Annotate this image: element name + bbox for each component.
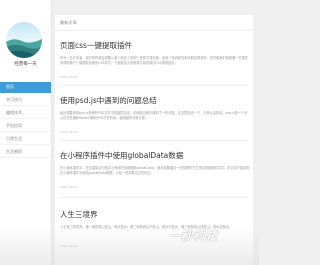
nav-item-daily-life[interactable]: 日常生活 xyxy=(0,134,51,145)
post-title[interactable]: 页面css一键提取插件 xyxy=(60,40,250,51)
nav-item-study-tips[interactable]: 学习技巧 xyxy=(0,95,51,106)
sidebar-nav: 首页 学习技巧 编程技术 手机应用 日常生活 生活感悟 xyxy=(0,82,51,160)
site-title[interactable]: 经营每一天 xyxy=(0,61,51,67)
post-excerpt: 最近需要用到psd.js来解析PSD文件中的图层信息，在使用过程中遇到了一些问题… xyxy=(60,111,248,120)
watermark-fade xyxy=(0,225,259,265)
nav-item-life-insights[interactable]: 生活感悟 xyxy=(0,147,51,158)
post-divider xyxy=(60,140,248,141)
post-date: 2022-08-23 xyxy=(60,75,78,79)
section-heading: 最新文章 xyxy=(55,15,253,31)
brand-watermark: 一秒科技 xyxy=(168,229,219,243)
post-item: 页面css一键提取插件 作为一名开发者，我们有时候会需要从某个网页上复制一些样式… xyxy=(60,40,250,79)
nav-item-mobile-apps[interactable]: 手机应用 xyxy=(0,121,51,132)
nav-item-home[interactable]: 首页 xyxy=(0,82,51,93)
post-title[interactable]: 人生三境界 xyxy=(60,209,250,220)
post-excerpt: 在小程序插件中，无法直接访问宿主小程序的全局数据globalData，因此需要通… xyxy=(60,166,250,175)
post-excerpt: 作为一名开发者，我们有时候会需要从某个网页上复制一些样式或布局，但逐个查看和复制… xyxy=(60,56,249,65)
post-title[interactable]: 使用psd.js中遇到的问题总结 xyxy=(60,95,250,106)
post-item: 在小程序插件中使用globalData数据 在小程序插件中，无法直接访问宿主小程… xyxy=(60,150,250,189)
post-title[interactable]: 在小程序插件中使用globalData数据 xyxy=(60,150,250,161)
post-item: 使用psd.js中遇到的问题总结 最近需要用到psd.js来解析PSD文件中的图… xyxy=(60,95,250,134)
nav-item-programming[interactable]: 编程技术 xyxy=(0,108,51,119)
post-date: 2022-08-10 xyxy=(60,185,78,189)
post-date: 2022-08-16 xyxy=(60,130,78,134)
landscape-avatar-image xyxy=(6,22,42,58)
post-divider xyxy=(60,197,248,198)
post-divider xyxy=(60,85,248,86)
avatar[interactable] xyxy=(6,22,42,58)
